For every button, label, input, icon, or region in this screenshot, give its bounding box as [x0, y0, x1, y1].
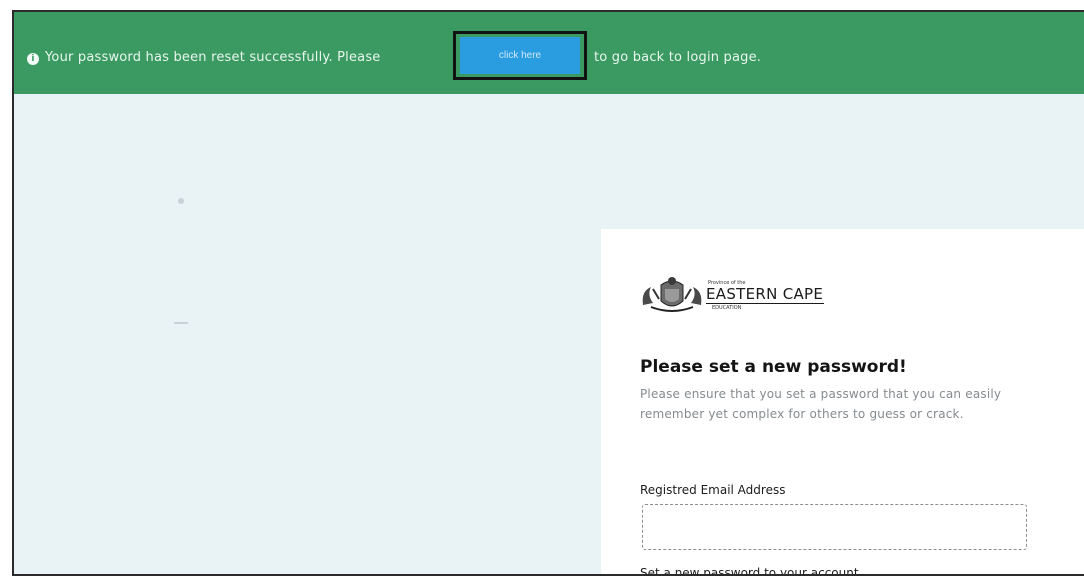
info-icon: i [27, 53, 39, 65]
logo-rule [706, 303, 824, 304]
logo-name: EASTERN CAPE [706, 285, 824, 303]
new-password-label: Set a new password to your account [640, 566, 859, 576]
logo-subtitle: EDUCATION [712, 305, 742, 311]
coat-of-arms-icon [642, 277, 702, 312]
banner-message-start: Your password has been reset successfull… [45, 50, 381, 65]
highlight-box: click here [453, 31, 587, 80]
email-label: Registred Email Address [640, 483, 786, 497]
reset-password-card: Province of the EASTERN CAPE EDUCATION P… [601, 229, 1084, 576]
email-field[interactable] [642, 504, 1027, 550]
background-mark [178, 198, 184, 204]
eastern-cape-education-logo: Province of the EASTERN CAPE EDUCATION [639, 275, 839, 319]
success-banner: i Your password has been reset successfu… [14, 12, 1084, 94]
form-description: Please ensure that you set a password th… [640, 387, 1002, 421]
click-here-button[interactable]: click here [460, 37, 580, 74]
banner-message-end: to go back to login page. [594, 50, 762, 65]
form-title: Please set a new password! [640, 357, 907, 377]
browser-viewport: i Your password has been reset successfu… [12, 10, 1084, 576]
background-mark [174, 322, 188, 324]
